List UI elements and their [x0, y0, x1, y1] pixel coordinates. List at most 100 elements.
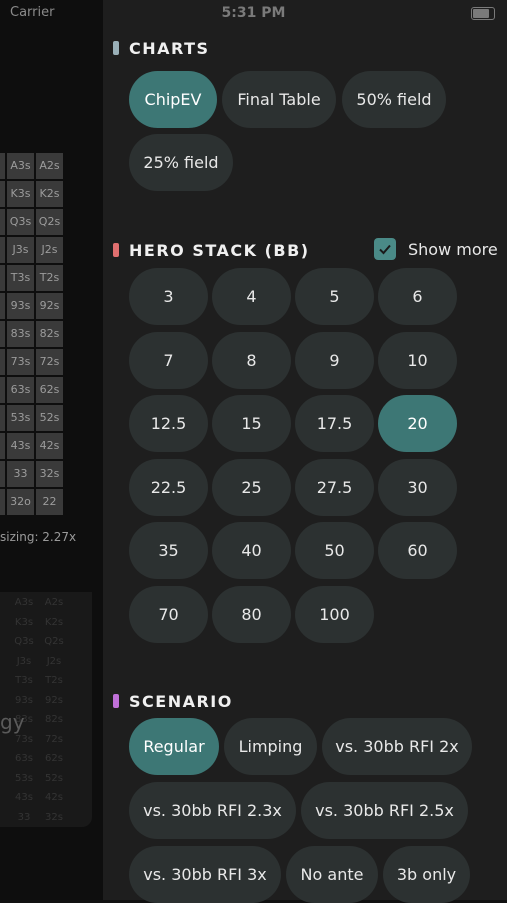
faded-grid-cell: 62s: [45, 753, 63, 764]
scenario-vs-30bb-rfi-3x-chip[interactable]: vs. 30bb RFI 3x: [129, 846, 281, 903]
charts-50-field-chip[interactable]: 50% field: [342, 71, 446, 128]
scenario-limping-chip[interactable]: Limping: [224, 718, 317, 775]
stack-27-5-chip[interactable]: 27.5: [295, 459, 374, 516]
grid-cell: 73s: [7, 349, 34, 375]
scenario-vs-30bb-rfi-2x-chip[interactable]: vs. 30bb RFI 2x: [322, 718, 472, 775]
stack-60-chip[interactable]: 60: [378, 522, 457, 579]
faded-grid-cell: s: [0, 789, 8, 807]
faded-grid-cell: 33: [17, 811, 31, 823]
charts-final-table-chip[interactable]: Final Table: [222, 71, 336, 128]
stack-30-chip[interactable]: 30: [378, 459, 457, 516]
hero-stack-title-text: HERO STACK (BB): [129, 240, 310, 260]
grid-cell: o: [0, 489, 5, 515]
stack-50-chip[interactable]: 50: [295, 522, 374, 579]
grid-cell: s: [0, 293, 5, 319]
stack-25-chip[interactable]: 25: [212, 459, 291, 516]
grid-cell: J2s: [36, 237, 63, 263]
charts-section-title: CHARTS: [113, 36, 210, 60]
stack-17-5-chip[interactable]: 17.5: [295, 395, 374, 452]
scenario-vs-30bb-rfi-2-5x-chip[interactable]: vs. 30bb RFI 2.5x: [301, 782, 468, 839]
charts-chipev-chip[interactable]: ChipEV: [129, 71, 217, 128]
faded-grid-cell: Q2s: [44, 636, 64, 647]
grid-cell: Q2s: [36, 209, 63, 235]
stack-5-chip[interactable]: 5: [295, 268, 374, 325]
faded-grid-cell: 53s: [15, 772, 33, 784]
scenario-no-ante-chip[interactable]: No ante: [286, 846, 378, 903]
grid-cell: 43s: [7, 433, 34, 459]
stack-9-chip[interactable]: 9: [295, 332, 374, 389]
stack-4-chip[interactable]: 4: [212, 268, 291, 325]
grid-cell: A3s: [7, 153, 34, 179]
stack-20-chip[interactable]: 20: [378, 395, 457, 452]
faded-grid-cell: 72s: [45, 733, 63, 745]
status-bar: Carrier 5:31 PM: [0, 0, 507, 28]
faded-grid-cell: T2s: [45, 675, 63, 686]
faded-grid-cell: o: [0, 809, 8, 827]
hero-stack-accent-bar: [113, 243, 119, 257]
stack-8-chip[interactable]: 8: [212, 332, 291, 389]
faded-grid-cell: s: [0, 692, 8, 710]
stack-80-chip[interactable]: 80: [212, 586, 291, 643]
scenario-accent-bar: [113, 694, 119, 708]
background-chart-view: sA3sA2ssK3sK2ssQ3sQ2ssJ3sJ2ssT3sT2ss93s9…: [0, 0, 103, 900]
grid-cell: 62s: [36, 377, 63, 403]
grid-cell: s: [0, 153, 5, 179]
grid-cell: 52s: [36, 405, 63, 431]
scenario-section-title: SCENARIO: [113, 689, 233, 713]
stack-100-chip[interactable]: 100: [295, 586, 374, 643]
stack-12-5-chip[interactable]: 12.5: [129, 395, 208, 452]
scenario-3b-only-chip[interactable]: 3b only: [383, 846, 470, 903]
faded-grid-cell: s: [0, 633, 8, 651]
grid-cell: s: [0, 321, 5, 347]
faded-grid-cell: 82s: [45, 714, 63, 725]
grid-cell: 32s: [36, 461, 63, 487]
grid-cell: s: [0, 237, 5, 263]
battery-icon: [471, 7, 495, 20]
stack-6-chip[interactable]: 6: [378, 268, 457, 325]
faded-grid-cell: s: [0, 594, 8, 612]
stack-10-chip[interactable]: 10: [378, 332, 457, 389]
stack-15-chip[interactable]: 15: [212, 395, 291, 452]
filter-panel: CHARTS ChipEV Final Table 50% field 25% fie…: [103, 0, 507, 903]
faded-grid-cell: J3s: [16, 655, 32, 667]
grid-cell: s: [0, 405, 5, 431]
scenario-vs-30bb-rfi-2-3x-chip[interactable]: vs. 30bb RFI 2.3x: [129, 782, 296, 839]
grid-cell: 53s: [7, 405, 34, 431]
grid-cell: s: [0, 349, 5, 375]
partial-title: gy: [0, 710, 25, 734]
checkbox-icon[interactable]: [374, 238, 396, 260]
stack-22-5-chip[interactable]: 22.5: [129, 459, 208, 516]
faded-grid-cell: s: [0, 614, 8, 632]
grid-cell: o: [0, 461, 5, 487]
show-more-toggle[interactable]: Show more: [374, 238, 498, 260]
grid-cell: 42s: [36, 433, 63, 459]
faded-grid-cell: s: [0, 750, 8, 768]
grid-cell: s: [0, 209, 5, 235]
show-more-label: Show more: [408, 239, 498, 259]
faded-grid-cell: T3s: [15, 675, 33, 686]
scenario-regular-chip[interactable]: Regular: [129, 718, 219, 775]
stack-7-chip[interactable]: 7: [129, 332, 208, 389]
faded-grid-cell: s: [0, 770, 8, 788]
faded-grid-cell: J2s: [46, 655, 62, 667]
grid-cell: s: [0, 265, 5, 291]
grid-cell: 32o: [7, 489, 34, 515]
charts-title-text: CHARTS: [129, 38, 210, 58]
grid-cell: J3s: [7, 237, 34, 263]
faded-grid-cell: 43s: [15, 792, 33, 803]
stack-35-chip[interactable]: 35: [129, 522, 208, 579]
stack-40-chip[interactable]: 40: [212, 522, 291, 579]
grid-cell: 83s: [7, 321, 34, 347]
charts-25-field-chip[interactable]: 25% field: [129, 134, 233, 191]
faded-grid-cell: 93s: [15, 694, 33, 706]
faded-grid-cell: 92s: [45, 694, 63, 706]
grid-cell: T3s: [7, 265, 34, 291]
stack-3-chip[interactable]: 3: [129, 268, 208, 325]
grid-cell: s: [0, 433, 5, 459]
faded-grid-cell: A3s: [14, 597, 34, 608]
faded-grid-cell: 52s: [45, 772, 63, 784]
range-grid: sA3sA2ssK3sK2ssQ3sQ2ssJ3sJ2ssT3sT2ss93s9…: [0, 153, 86, 515]
faded-grid-cell: 42s: [45, 792, 63, 803]
stack-70-chip[interactable]: 70: [129, 586, 208, 643]
grid-cell: A2s: [36, 153, 63, 179]
